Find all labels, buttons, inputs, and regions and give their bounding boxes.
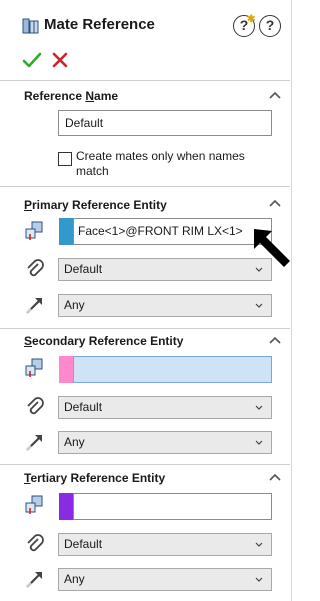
secondary-color-chip	[59, 356, 73, 383]
secondary-alignment-dropdown[interactable]: Any	[58, 431, 272, 454]
reference-entity-icon	[25, 358, 43, 377]
primary-mate-type-dropdown[interactable]: Default	[58, 258, 272, 281]
chevron-up-icon[interactable]	[268, 335, 282, 345]
reference-entity-icon	[25, 221, 43, 240]
paperclip-icon	[27, 534, 44, 552]
help-button[interactable]: ?	[259, 15, 281, 37]
mate-reference-icon	[22, 18, 39, 34]
chevron-down-icon	[255, 303, 263, 308]
chevron-down-icon	[255, 577, 263, 582]
tertiary-mate-type-dropdown[interactable]: Default	[58, 533, 272, 556]
tertiary-entity-selection[interactable]	[73, 493, 272, 520]
chevron-up-icon[interactable]	[268, 472, 282, 482]
divider	[0, 328, 290, 329]
chevron-down-icon	[255, 440, 263, 445]
paperclip-icon	[27, 397, 44, 415]
reference-name-title[interactable]: Reference Name	[24, 89, 118, 103]
alignment-arrow-icon	[26, 435, 42, 451]
create-mates-checkbox[interactable]	[58, 152, 72, 166]
tertiary-color-chip	[59, 493, 73, 520]
divider	[0, 80, 290, 81]
chevron-up-icon[interactable]	[268, 90, 282, 100]
star-icon: ✱	[247, 14, 256, 25]
panel-title: Mate Reference	[44, 16, 155, 33]
primary-alignment-dropdown[interactable]: Any	[58, 294, 272, 317]
primary-entity-selection[interactable]: Face<1>@FRONT RIM LX<1>	[73, 218, 272, 245]
secondary-entity-selection[interactable]	[73, 356, 272, 383]
primary-reference-title[interactable]: Primary Reference Entity	[24, 198, 167, 212]
primary-color-chip	[59, 218, 73, 245]
create-mates-label: Create mates only when names match	[76, 149, 245, 178]
secondary-reference-title[interactable]: Secondary Reference Entity	[24, 334, 183, 348]
paperclip-icon	[27, 259, 44, 277]
whats-new-button[interactable]: ? ✱	[233, 14, 255, 37]
alignment-arrow-icon	[26, 298, 42, 314]
cancel-button[interactable]	[50, 50, 70, 70]
annotation-arrow-icon	[254, 229, 290, 267]
divider	[0, 186, 290, 187]
secondary-mate-type-dropdown[interactable]: Default	[58, 396, 272, 419]
chevron-down-icon	[255, 405, 263, 410]
mate-reference-panel: Mate Reference ? ✱ ? Reference Name Defa…	[0, 0, 292, 601]
tertiary-reference-title[interactable]: Tertiary Reference Entity	[24, 471, 165, 485]
reference-entity-icon	[25, 495, 43, 514]
chevron-up-icon[interactable]	[268, 198, 282, 208]
reference-name-input[interactable]: Default	[58, 110, 272, 136]
panel-header: Mate Reference ? ✱ ?	[0, 0, 290, 44]
tertiary-alignment-dropdown[interactable]: Any	[58, 568, 272, 591]
alignment-arrow-icon	[26, 572, 42, 588]
chevron-down-icon	[255, 542, 263, 547]
ok-button[interactable]	[22, 50, 42, 70]
divider	[0, 464, 290, 465]
